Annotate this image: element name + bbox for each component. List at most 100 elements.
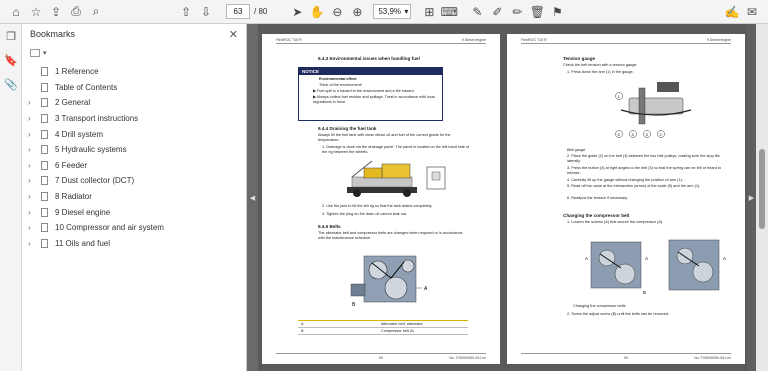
chevron-right-icon[interactable]: › <box>28 130 39 139</box>
svg-text:B: B <box>352 302 356 308</box>
chevron-right-icon[interactable]: › <box>28 145 39 154</box>
table-row: B Compressor belt 2x <box>298 328 468 335</box>
bookmark-star-icon[interactable]: ☆ <box>26 2 46 22</box>
bookmark-label: 8 Radiator <box>55 192 92 202</box>
options-menu-icon[interactable] <box>30 49 40 57</box>
table-cell: Compressor belt 2x <box>381 329 414 333</box>
chevron-right-icon[interactable]: › <box>28 239 39 248</box>
sign-icon[interactable]: ✍ <box>722 2 742 22</box>
zoom-select[interactable]: 53,9% ▾ <box>373 4 412 19</box>
bookmark-item[interactable]: Table of Contents <box>22 80 246 96</box>
pages-icon[interactable]: ❐ <box>0 24 22 48</box>
svg-text:A: A <box>645 256 648 261</box>
step-text: 2. Place the guide (2) on the belt (3) b… <box>567 154 720 163</box>
bookmark-icon <box>41 114 48 124</box>
notice-line: Think of the environment! <box>319 83 362 87</box>
chevron-right-icon[interactable]: › <box>28 98 39 107</box>
bookmark-item[interactable]: › 3 Transport instructions <box>22 111 246 127</box>
notice-bullet: ▶ Fuel spill is a hazard to the environm… <box>313 89 415 93</box>
vertical-scrollbar[interactable] <box>756 24 768 371</box>
zoom-value: 53,9% <box>378 7 402 16</box>
delete-icon[interactable]: 🗑 <box>527 2 547 22</box>
chevron-right-icon[interactable]: › <box>28 161 39 170</box>
highlight-icon[interactable]: ✐ <box>487 2 507 22</box>
figure-caption: Belt gauge <box>567 148 586 152</box>
page-header-right: 9 Diesel engine <box>706 38 731 42</box>
collapse-panel-handle[interactable]: ◀ <box>247 24 258 371</box>
bookmark-label: 9 Diesel engine <box>55 207 111 217</box>
bookmark-item[interactable]: › 10 Compressor and air system <box>22 220 246 236</box>
chevron-right-icon[interactable]: › <box>28 192 39 201</box>
zoom-in-icon[interactable]: ⊕ <box>347 2 367 22</box>
bookmark-item[interactable]: 1 Reference <box>22 64 246 80</box>
page-total: / 80 <box>254 7 268 16</box>
chevron-right-icon[interactable]: › <box>28 223 39 232</box>
bookmark-icon <box>41 82 48 92</box>
upload-icon[interactable]: ⇪ <box>46 2 66 22</box>
scrollbar-thumb[interactable] <box>759 149 765 229</box>
step-text: 3. Press the button (4) at right angles … <box>567 166 722 175</box>
chevron-down-icon: ▾ <box>404 7 409 16</box>
drill-rig-illustration <box>347 160 446 197</box>
compressor-belt-illustration: A A A B <box>585 239 726 295</box>
bookmark-item[interactable]: › 7 Dust collector (DCT) <box>22 173 246 189</box>
keyboard-icon[interactable]: ⌨ <box>439 2 459 22</box>
bookmark-label: 4 Drill system <box>55 129 104 139</box>
bookmark-item[interactable]: › 6 Feeder <box>22 158 246 174</box>
bookmark-item[interactable]: › 8 Radiator <box>22 189 246 205</box>
page-down-icon[interactable]: ⇩ <box>196 2 216 22</box>
select-cursor-icon[interactable]: ➤ <box>287 2 307 22</box>
hand-tool-icon[interactable]: ✋ <box>307 2 327 22</box>
bookmark-icon <box>41 176 48 186</box>
bookmark-options[interactable]: ▾ <box>22 44 246 62</box>
step-text: 3. Tighten the plug on the drain oil can… <box>322 212 408 216</box>
table-row: A Alternator belt, alternator <box>298 320 468 328</box>
bookmark-icon <box>41 145 48 155</box>
svg-text:A: A <box>424 286 428 292</box>
chevron-right-icon[interactable]: › <box>28 114 39 123</box>
bookmark-item[interactable]: › 5 Hydraulic systems <box>22 142 246 158</box>
draw-icon[interactable]: ✏ <box>507 2 527 22</box>
notice-bullet: ▶ Always collect fuel residue and spilla… <box>313 95 435 104</box>
belt-gauge-illustration: 1 5 4 3 2 <box>615 82 692 138</box>
bookmark-label: 1 Reference <box>55 67 99 77</box>
zoom-out-icon[interactable]: ⊖ <box>327 2 347 22</box>
attachments-icon[interactable]: 📎 <box>0 72 22 96</box>
home-icon[interactable]: ⌂ <box>6 2 26 22</box>
bookmark-item[interactable]: › 2 General <box>22 95 246 111</box>
page-header-left: FlexiROC T15 R <box>521 38 547 42</box>
comment-icon[interactable]: ✎ <box>467 2 487 22</box>
bookmark-label: 6 Feeder <box>55 160 88 170</box>
figure-caption: Changing the compressor belts <box>573 304 626 308</box>
close-icon[interactable]: ✕ <box>229 28 238 41</box>
table-cell: A <box>301 322 304 326</box>
page-number-input[interactable]: 63 <box>226 4 250 19</box>
bookmark-icon <box>41 238 48 248</box>
email-icon[interactable]: ✉ <box>742 2 762 22</box>
document-page-right: FlexiROC T15 R 9 Diesel engine Tension ga… <box>507 34 745 364</box>
bookmark-icon <box>41 67 48 77</box>
section-title: Changing the compressor belt <box>563 213 630 218</box>
expand-right-panel-handle[interactable]: ▶ <box>747 24 756 371</box>
paragraph: Check the belt tension with a tension ga… <box>563 63 638 67</box>
bookmark-item[interactable]: › 11 Oils and fuel <box>22 236 246 252</box>
bookmark-icon <box>41 207 48 217</box>
step-text: 2. Screw the adjust screw (B) until the … <box>567 312 670 316</box>
search-icon[interactable]: ⌕ <box>86 2 106 22</box>
stamp-icon[interactable]: ⚑ <box>547 2 567 22</box>
step-text: 6. Readjust the tension if necessary. <box>567 196 628 200</box>
page-header-right: 9 Diesel engine <box>461 38 486 42</box>
print-icon[interactable]: ⎙ <box>66 2 86 22</box>
notice-subtitle: Environmental effect <box>319 77 357 81</box>
chevron-right-icon[interactable]: › <box>28 176 39 185</box>
bookmark-item[interactable]: › 9 Diesel engine <box>22 204 246 220</box>
chevron-right-icon[interactable]: › <box>28 208 39 217</box>
panel-title: Bookmarks <box>30 29 76 39</box>
page-up-icon[interactable]: ⇧ <box>176 2 196 22</box>
svg-text:A: A <box>723 256 726 261</box>
fit-page-icon[interactable]: ⊞ <box>419 2 439 22</box>
bookmark-item[interactable]: › 4 Drill system <box>22 126 246 142</box>
bookmarks-icon[interactable]: 🔖 <box>0 48 22 72</box>
chevron-down-icon[interactable]: ▾ <box>43 49 47 57</box>
section-title: 9.4.3 Environmental issues when handling… <box>318 56 420 61</box>
